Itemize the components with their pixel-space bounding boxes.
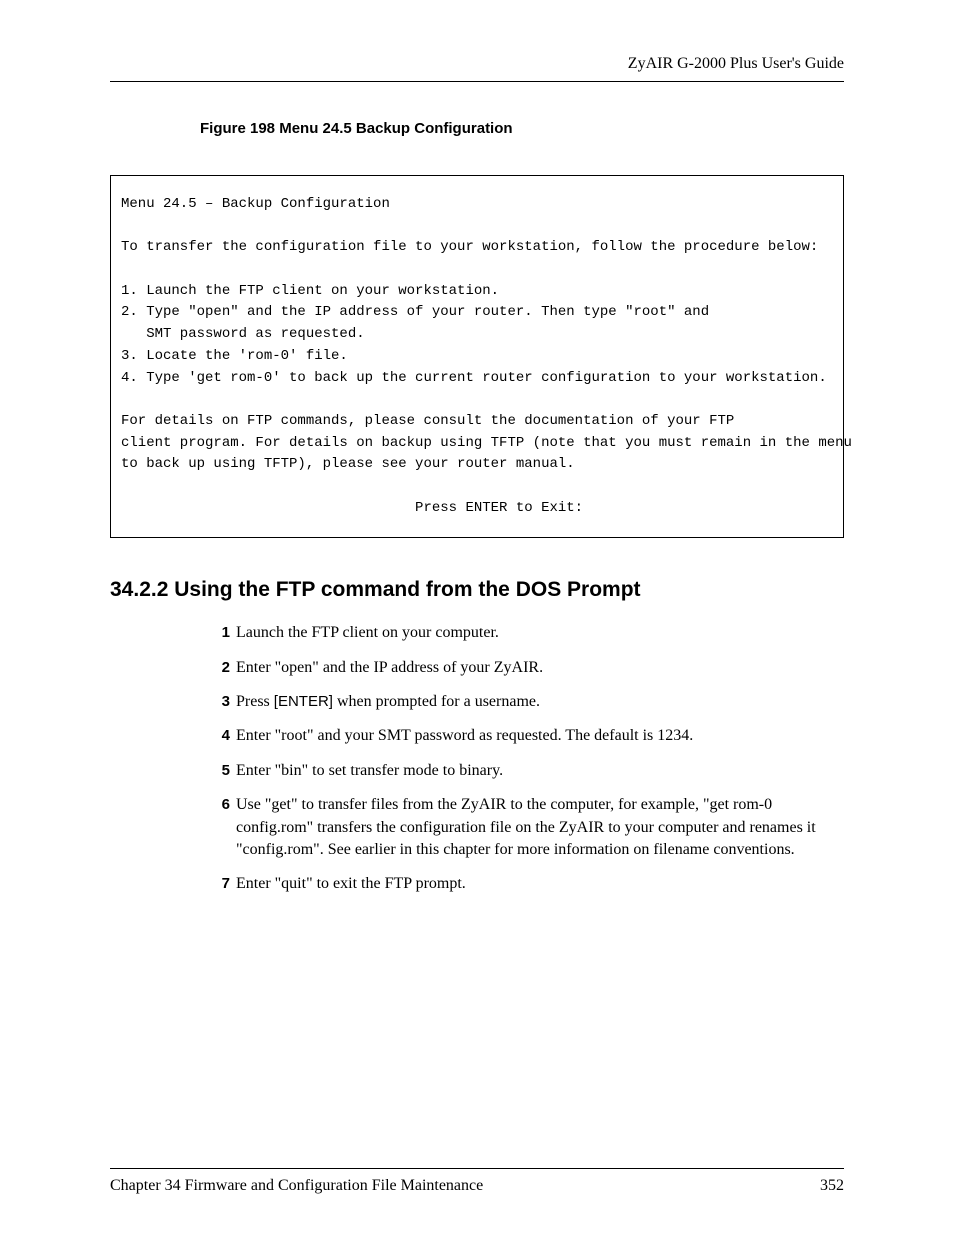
- guide-title: ZyAIR G-2000 Plus User's Guide: [628, 55, 844, 72]
- enter-key-label: [ENTER]: [274, 693, 333, 710]
- list-number: 7: [210, 873, 230, 894]
- code-line: 1. Launch the FTP client on your worksta…: [121, 283, 499, 299]
- list-item: 3 Press [ENTER] when prompted for a user…: [210, 691, 834, 713]
- list-text: Enter "quit" to exit the FTP prompt.: [236, 873, 834, 895]
- list-text: Press [ENTER] when prompted for a userna…: [236, 691, 834, 713]
- code-line: Press ENTER to Exit:: [121, 500, 583, 516]
- footer-chapter: Chapter 34 Firmware and Configuration Fi…: [110, 1177, 483, 1195]
- footer-page-number: 352: [820, 1177, 844, 1195]
- list-text: Enter "root" and your SMT password as re…: [236, 725, 834, 747]
- list-item: 4 Enter "root" and your SMT password as …: [210, 725, 834, 747]
- list-item: 5 Enter "bin" to set transfer mode to bi…: [210, 760, 834, 782]
- list-number: 4: [210, 725, 230, 746]
- text-fragment: when prompted for a username.: [333, 693, 540, 710]
- list-text: Launch the FTP client on your computer.: [236, 622, 834, 644]
- code-line: 4. Type 'get rom-0' to back up the curre…: [121, 370, 827, 386]
- list-item: 2 Enter "open" and the IP address of you…: [210, 657, 834, 679]
- code-box: Menu 24.5 – Backup Configuration To tran…: [110, 175, 844, 538]
- list-item: 7 Enter "quit" to exit the FTP prompt.: [210, 873, 834, 895]
- section-heading: 34.2.2 Using the FTP command from the DO…: [110, 578, 844, 602]
- list-number: 3: [210, 691, 230, 712]
- steps-list: 1 Launch the FTP client on your computer…: [210, 622, 834, 896]
- list-number: 1: [210, 622, 230, 643]
- list-item: 6 Use "get" to transfer files from the Z…: [210, 794, 834, 861]
- code-line: For details on FTP commands, please cons…: [121, 413, 734, 429]
- figure-caption: Figure 198 Menu 24.5 Backup Configuratio…: [200, 120, 844, 137]
- code-line: 3. Locate the 'rom-0' file.: [121, 348, 348, 364]
- list-number: 6: [210, 794, 230, 815]
- list-text: Enter "bin" to set transfer mode to bina…: [236, 760, 834, 782]
- code-line: SMT password as requested.: [121, 326, 365, 342]
- page-footer: Chapter 34 Firmware and Configuration Fi…: [110, 1168, 844, 1195]
- list-item: 1 Launch the FTP client on your computer…: [210, 622, 834, 644]
- code-line: Menu 24.5 – Backup Configuration: [121, 196, 390, 212]
- list-number: 5: [210, 760, 230, 781]
- list-number: 2: [210, 657, 230, 678]
- code-line: To transfer the configuration file to yo…: [121, 239, 818, 255]
- code-line: client program. For details on backup us…: [121, 435, 852, 451]
- code-line: to back up using TFTP), please see your …: [121, 456, 575, 472]
- code-line: 2. Type "open" and the IP address of you…: [121, 304, 709, 320]
- page-header: ZyAIR G-2000 Plus User's Guide: [110, 55, 844, 82]
- list-text: Use "get" to transfer files from the ZyA…: [236, 794, 834, 861]
- list-text: Enter "open" and the IP address of your …: [236, 657, 834, 679]
- text-fragment: Press: [236, 693, 274, 710]
